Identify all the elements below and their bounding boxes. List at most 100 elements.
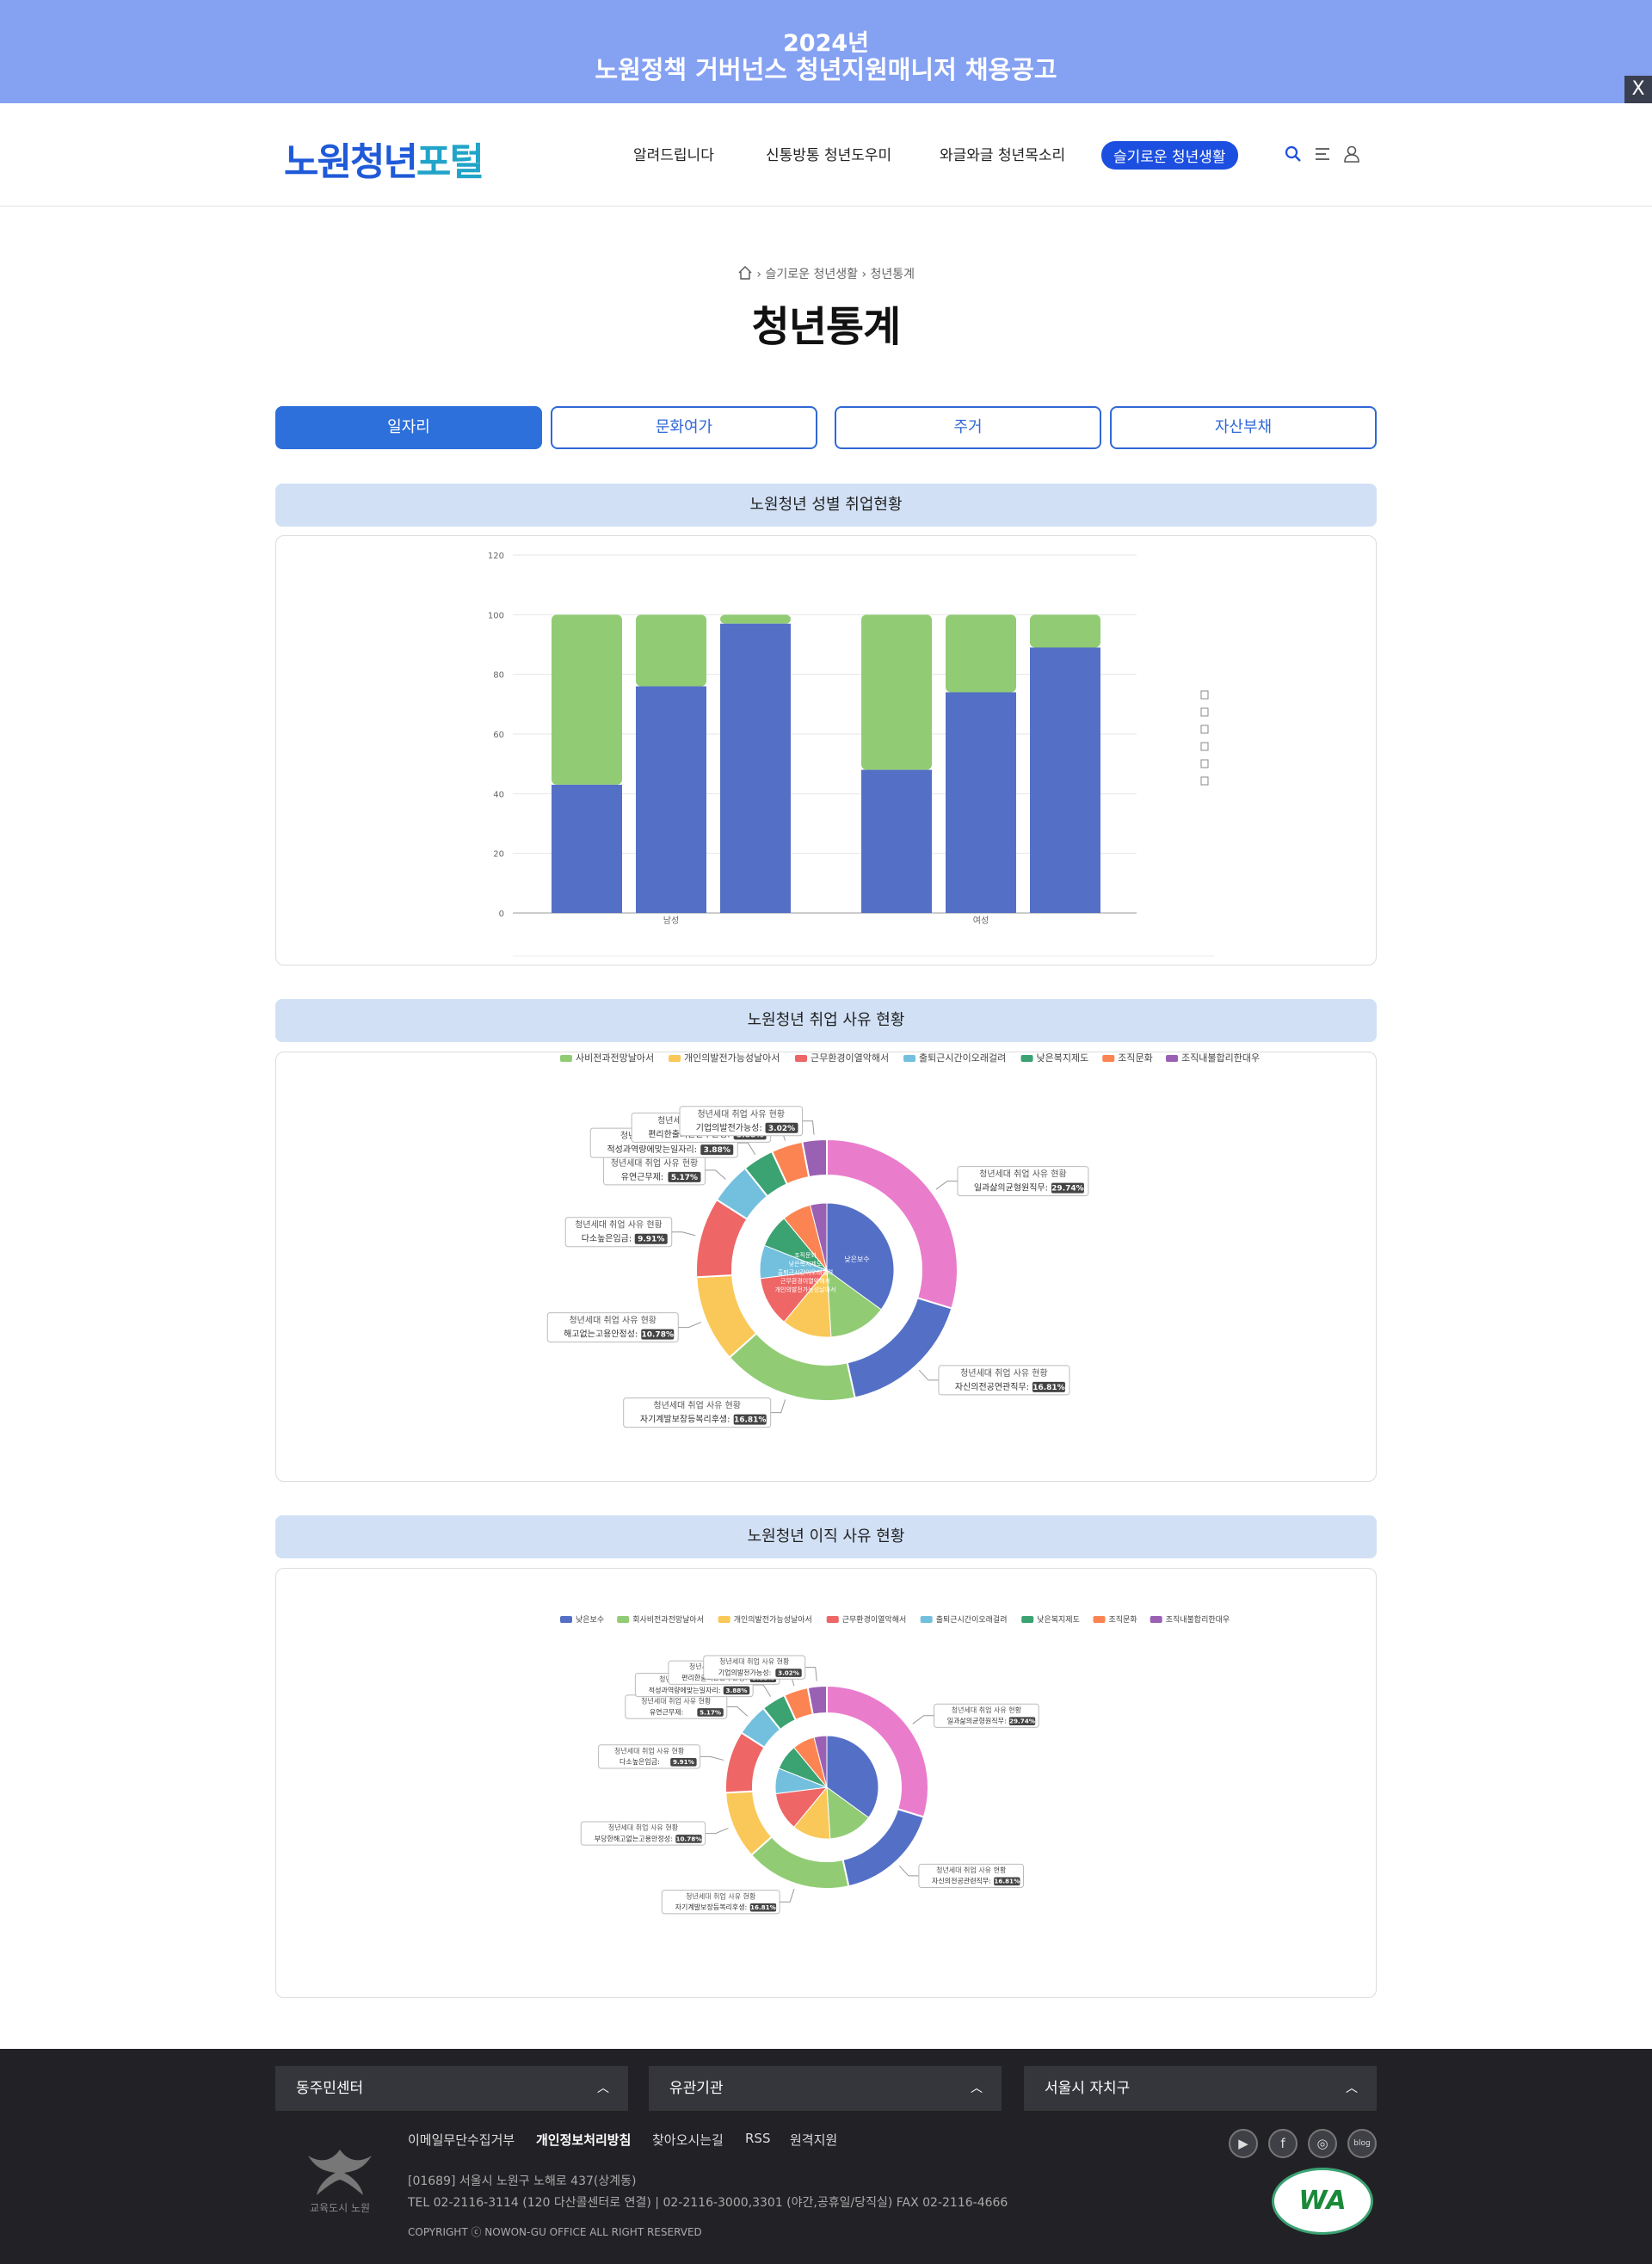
callout-series-label: 청년세대 취업 사유 현황	[979, 1169, 1067, 1180]
logo-part2: 포털	[416, 140, 484, 184]
breadcrumb-item1[interactable]: 슬기로운 청년생활	[765, 268, 858, 281]
callout-series-label: 청년세대 취업 사유 현황	[719, 1657, 790, 1666]
callout-line	[705, 1827, 729, 1835]
pie-chart-turnover-reason: 낮은보수 회사비전과전망날아서 개인의발전가능성날아서 근무환경이열악해서 출퇴근시간이…	[560, 1614, 1230, 1915]
callout-value: 29.74%	[1009, 1718, 1035, 1725]
footer-address: [01689] 서울시 노원구 노해로 437(상계동)	[408, 2175, 637, 2188]
callout-series-label: 청년세대 취업 사유 현황	[960, 1367, 1048, 1379]
callout-value: 16.81%	[750, 1903, 776, 1911]
breadcrumb-item2[interactable]: 청년통계	[871, 268, 915, 281]
nav-helper[interactable]: 신통방통 청년도우미	[766, 143, 891, 164]
callout-name: 다소높은임금:	[582, 1233, 632, 1244]
legend-label: 근무환경이열악해서	[842, 1614, 907, 1625]
bar-segment-green	[946, 614, 1016, 693]
callout-value: 16.81%	[1032, 1384, 1065, 1392]
banner-line2: 노원정책 거버넌스 청년지원매니저 채용공고	[595, 55, 1057, 84]
callout-line	[671, 1231, 696, 1237]
callout-line	[737, 1142, 756, 1156]
callout-line	[700, 1755, 724, 1761]
facebook-icon[interactable]: f	[1268, 2129, 1298, 2158]
web-accessibility-mark: WA	[1272, 2168, 1373, 2235]
nav-life[interactable]: 슬기로운 청년생활	[1101, 141, 1238, 170]
toolbox-refresh-icon	[1200, 759, 1209, 768]
y-tick-label: 100	[488, 611, 504, 620]
chevron-up-icon: ︿	[597, 2082, 609, 2095]
tab-housing[interactable]: 주거	[835, 406, 1101, 449]
user-icon[interactable]	[1342, 145, 1361, 163]
donut-slice	[749, 1835, 850, 1890]
legend: 낮은보수 회사비전과전망날아서 개인의발전가능성날아서 근무환경이열악해서 출퇴근시간이…	[560, 1614, 1230, 1625]
footer-link-directions[interactable]: 찾아오시는길	[652, 2131, 724, 2149]
footer-link-remote[interactable]: 원격지원	[790, 2131, 837, 2149]
footer-copyright: COPYRIGHT ⓒ NOWON-GU OFFICE ALL RIGHT RE…	[408, 2226, 702, 2238]
footer-link-email[interactable]: 이메일무단수집거부	[408, 2131, 515, 2149]
site-footer: 동주민센터 ︿ 유관기관 ︿ 서울시 자치구 ︿ 이메일무단수집거부 개인정보처리방침…	[0, 2049, 1652, 2264]
chevron-right-icon: ›	[756, 268, 766, 281]
tab-assets[interactable]: 자산부채	[1110, 406, 1377, 449]
callout-name: 기업의발전가능성:	[696, 1122, 762, 1133]
y-tick-label: 60	[493, 731, 504, 740]
footer-select-seoul-district[interactable]: 서울시 자치구 ︿	[1024, 2066, 1377, 2111]
footer-select-label: 서울시 자치구	[1045, 2080, 1131, 2097]
callout-line	[780, 1888, 795, 1903]
toolbox-line-icon	[1200, 707, 1209, 717]
callout-value: 10.78%	[675, 1835, 701, 1842]
chevron-up-icon: ︿	[971, 2082, 983, 2095]
toolbox-download-icon	[1200, 776, 1209, 786]
inner-label: 낮은복지제도	[789, 1260, 823, 1268]
footer-logo-text: 교육도시 노원	[309, 2202, 371, 2214]
callout-line	[726, 1706, 749, 1717]
callout-name: 일과삶의균형원직무:	[947, 1717, 1007, 1725]
toolbox-bar-icon	[1200, 725, 1209, 734]
bar-segment-green	[552, 614, 622, 785]
x-tick-label: 남성	[663, 916, 679, 926]
y-tick-label: 20	[493, 850, 504, 860]
home-icon[interactable]	[737, 265, 753, 281]
banner-close-button[interactable]: X	[1624, 76, 1652, 103]
legend-label: 개인의발전가능성날아서	[684, 1052, 780, 1064]
callout-name: 자신의전공관련직무:	[932, 1877, 991, 1885]
callout-name: 유연근무제:	[621, 1172, 663, 1182]
chevron-right-icon: ›	[861, 268, 871, 281]
tab-culture[interactable]: 문화여가	[551, 406, 817, 449]
tab-jobs[interactable]: 일자리	[275, 406, 542, 449]
callout-line	[898, 1865, 919, 1877]
bar-segment-blue	[636, 686, 706, 913]
callout-line	[705, 1169, 726, 1180]
site-logo[interactable]: 노원청년포털	[284, 131, 484, 186]
footer-select-related-org[interactable]: 유관기관 ︿	[649, 2066, 1002, 2111]
toolbox-stack-icon	[1200, 742, 1209, 751]
callout-series-label: 청년세대 취업 사유 현황	[569, 1315, 656, 1326]
legend-label: 조직내불합리한대우	[1181, 1052, 1260, 1064]
youtube-icon[interactable]: ▶	[1229, 2129, 1258, 2158]
menu-icon[interactable]	[1313, 145, 1332, 163]
search-icon[interactable]	[1284, 145, 1303, 163]
callout-line	[918, 1369, 939, 1381]
footer-tel: TEL 02-2116-3114 (120 다산콜센터로 연결) | 02-21…	[408, 2196, 1008, 2210]
footer-link-rss[interactable]: RSS	[745, 2131, 770, 2146]
inner-label: 낮은보수	[844, 1255, 869, 1263]
callout-line	[753, 1684, 772, 1697]
instagram-icon[interactable]: ◎	[1308, 2129, 1337, 2158]
legend: 사비전과전망날아서 개인의발전가능성날아서 근무환경이열악해서 출퇴근시간이오래걸려 낮…	[560, 1052, 1260, 1064]
footer-link-privacy[interactable]: 개인정보처리방침	[536, 2131, 631, 2149]
footer-select-community-center[interactable]: 동주민센터 ︿	[275, 2066, 628, 2111]
callout-value: 3.88%	[726, 1687, 748, 1694]
callout-series-label: 청년세대 취업 사유 현황	[608, 1823, 679, 1832]
blog-icon[interactable]: blog	[1347, 2129, 1377, 2158]
nav-notice[interactable]: 알려드립니다	[633, 143, 714, 164]
callout-value: 5.17%	[700, 1708, 721, 1716]
y-tick-label: 40	[493, 790, 504, 799]
chart-box-employment-reason: 사비전과전망날아서 개인의발전가능성날아서 근무환경이열악해서 출퇴근시간이오래걸려 낮…	[275, 1052, 1377, 1482]
bar-segment-green	[636, 614, 706, 687]
nowon-emblem-icon	[308, 2150, 372, 2195]
nav-voice[interactable]: 와글와글 청년목소리	[940, 143, 1065, 164]
callout-value: 3.88%	[704, 1146, 730, 1155]
callout-name: 부당한해고없는고용안정성:	[595, 1834, 673, 1842]
legend-swatch	[795, 1055, 807, 1062]
page-title: 청년통계	[751, 303, 902, 351]
legend-label: 회사비전과전망날아서	[632, 1615, 704, 1625]
callout-series-label: 청년세대 취업 사유 현황	[575, 1219, 663, 1231]
top-banner[interactable]: 2024년 노원정책 거버넌스 청년지원매니저 채용공고 X	[0, 0, 1652, 103]
callout-line	[802, 1120, 815, 1135]
